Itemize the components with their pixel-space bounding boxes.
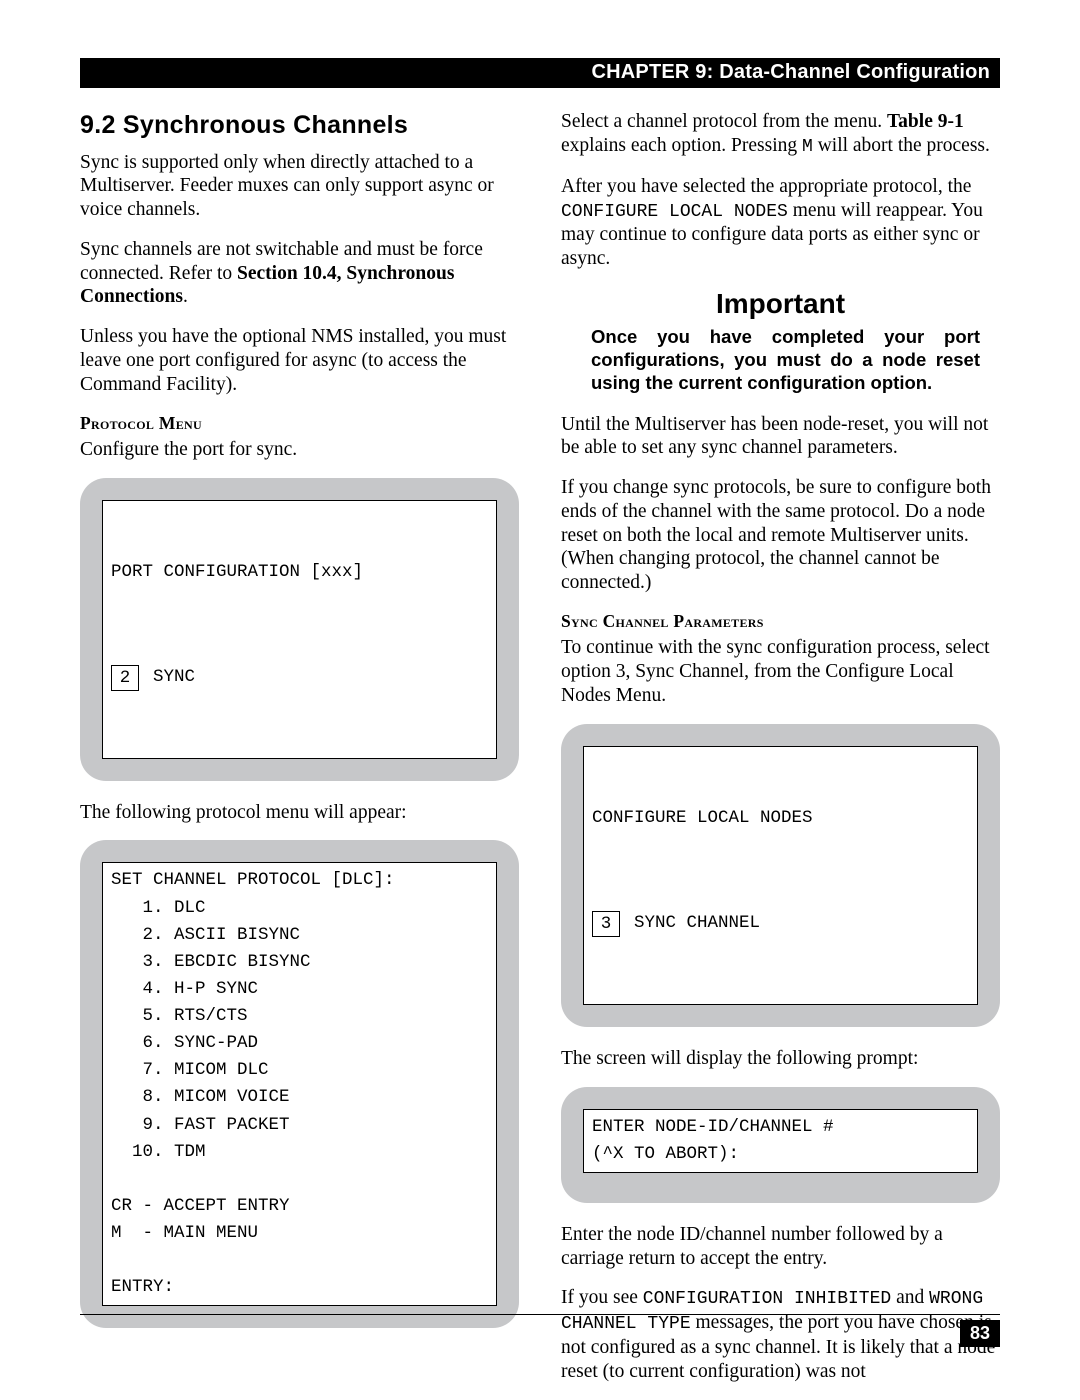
screen-protocol-menu: SET CHANNEL PROTOCOL [DLC]: 1. DLC 2. AS…: [80, 840, 519, 1328]
para: After you have selected the appropriate …: [561, 175, 1000, 271]
important-body: Once you have completed your port config…: [591, 325, 980, 394]
mono: CONFIGURE LOCAL NODES: [561, 202, 788, 222]
para: The screen will display the following pr…: [561, 1047, 1000, 1071]
footer-rule: [80, 1314, 1000, 1315]
option-label: SYNC: [153, 664, 195, 691]
para: To continue with the sync configuration …: [561, 636, 1000, 707]
para: The following protocol menu will appear:: [80, 801, 519, 825]
para: Enter the node ID/channel number followe…: [561, 1223, 1000, 1271]
screen-port-config: PORT CONFIGURATION [xxx] 2 SYNC: [80, 478, 519, 781]
page: CHAPTER 9: Data-Channel Configuration 9.…: [0, 0, 1080, 1397]
left-column: 9.2 Synchronous Channels Sync is support…: [80, 110, 519, 1400]
subheading-protocol-menu: Protocol Menu: [80, 413, 519, 434]
text: If you see: [561, 1287, 643, 1308]
mono: CONFIGURATION INHIBITED: [643, 1289, 891, 1309]
option-number: 3: [592, 911, 620, 937]
right-column: Select a channel protocol from the menu.…: [561, 110, 1000, 1400]
para: If you see CONFIGURATION INHIBITED and W…: [561, 1286, 1000, 1383]
option-number: 2: [111, 665, 139, 691]
screen-content: ENTER NODE-ID/CHANNEL # (^X TO ABORT):: [583, 1109, 978, 1173]
menu-option-row: 3 SYNC CHANNEL: [592, 910, 969, 937]
important-heading: Important: [561, 287, 1000, 321]
para: Sync is supported only when directly att…: [80, 151, 519, 222]
content-columns: 9.2 Synchronous Channels Sync is support…: [80, 110, 1000, 1400]
text: .: [183, 286, 188, 307]
para: Sync channels are not switchable and mus…: [80, 238, 519, 309]
chapter-header: CHAPTER 9: Data-Channel Configuration: [80, 58, 1000, 88]
option-label: SYNC CHANNEL: [634, 910, 760, 937]
para: Configure the port for sync.: [80, 438, 519, 462]
para: Select a channel protocol from the menu.…: [561, 110, 1000, 159]
text: After you have selected the appropriate …: [561, 176, 971, 197]
section-heading: 9.2 Synchronous Channels: [80, 110, 519, 141]
screen-content: SET CHANNEL PROTOCOL [DLC]: 1. DLC 2. AS…: [102, 862, 497, 1306]
screen-content: CONFIGURE LOCAL NODES 3 SYNC CHANNEL: [583, 746, 978, 1005]
screen-title: CONFIGURE LOCAL NODES: [592, 805, 969, 832]
mono: M: [802, 137, 813, 157]
screen-title: PORT CONFIGURATION [xxx]: [111, 559, 488, 586]
menu-option-row: 2 SYNC: [111, 664, 488, 691]
para: If you change sync protocols, be sure to…: [561, 476, 1000, 595]
screen-content: PORT CONFIGURATION [xxx] 2 SYNC: [102, 500, 497, 759]
text: will abort the process.: [813, 135, 990, 156]
chapter-title: CHAPTER 9: Data-Channel Configuration: [591, 61, 990, 84]
text: Select a channel protocol from the menu.: [561, 111, 887, 132]
para: Unless you have the optional NMS install…: [80, 325, 519, 396]
screen-enter-node: ENTER NODE-ID/CHANNEL # (^X TO ABORT):: [561, 1087, 1000, 1203]
text: and: [891, 1287, 929, 1308]
screen-configure-local-nodes: CONFIGURE LOCAL NODES 3 SYNC CHANNEL: [561, 724, 1000, 1027]
page-number: 83: [960, 1320, 1000, 1347]
table-ref: Table 9-1: [887, 111, 964, 132]
text: explains each option. Pressing: [561, 135, 802, 156]
para: Until the Multiserver has been node-rese…: [561, 413, 1000, 461]
subheading-sync-channel-params: Sync Channel Parameters: [561, 611, 1000, 632]
